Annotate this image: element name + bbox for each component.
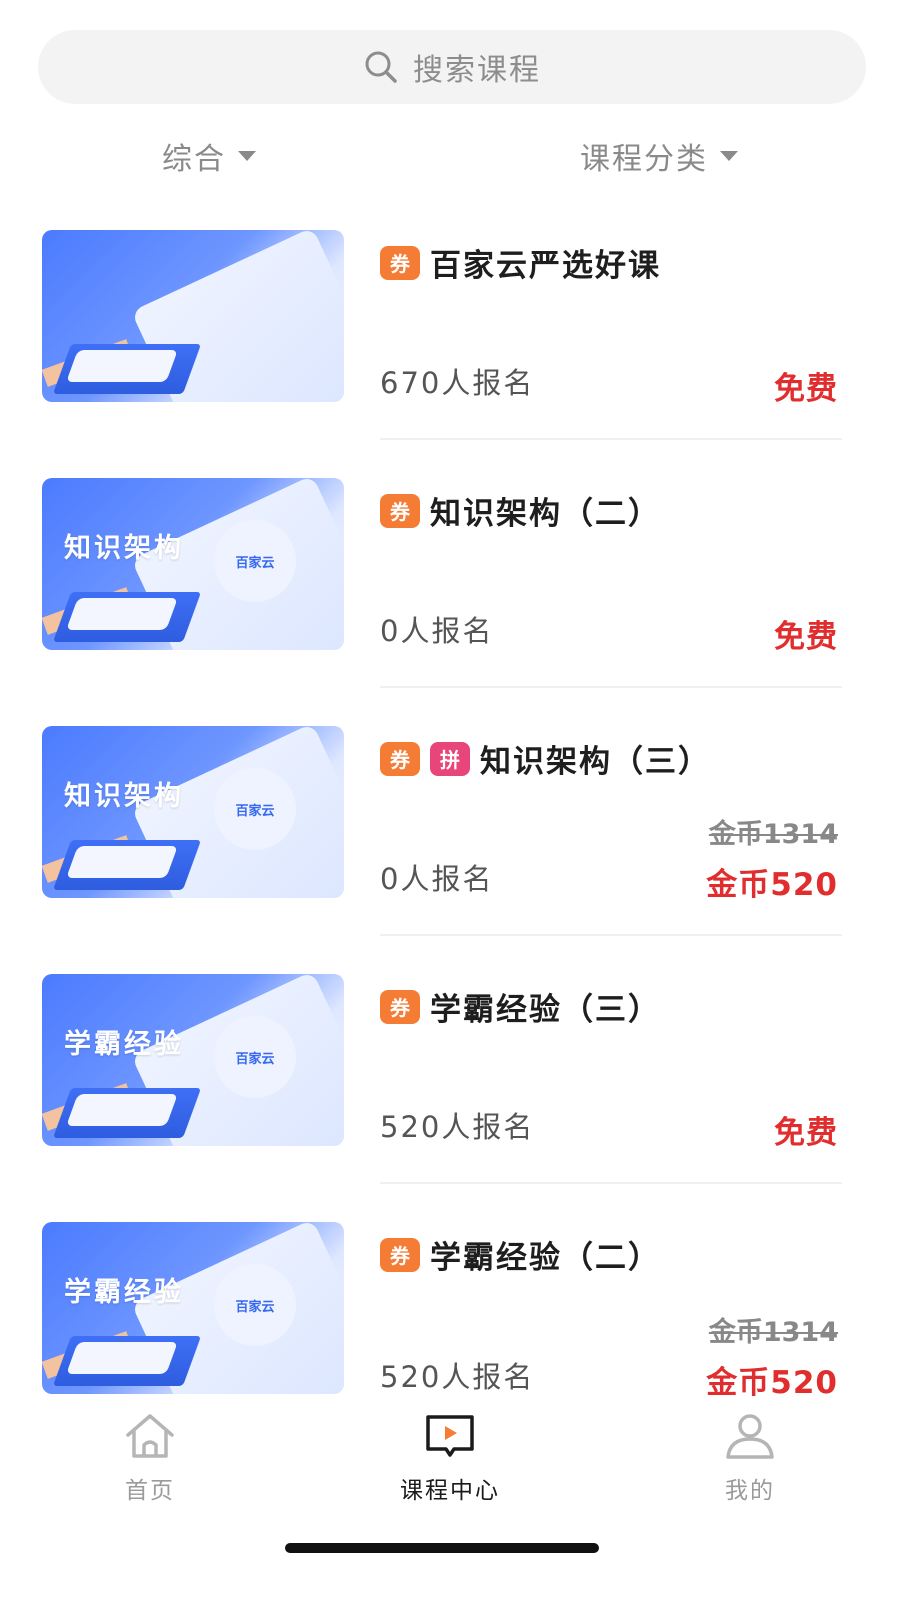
course-info: 券 百家云严选好课 670人报名 免费 bbox=[380, 230, 842, 440]
coupon-tag: 券 bbox=[380, 989, 420, 1024]
coupon-tag: 券 bbox=[380, 493, 420, 528]
thumbnail-title: 学霸经验 bbox=[64, 1029, 184, 1060]
course-list: 券 百家云严选好课 670人报名 免费 知识架构 百家云 券 知识架构（二） 0… bbox=[0, 230, 900, 1470]
home-indicator[interactable] bbox=[285, 1543, 599, 1553]
coupon-tag: 券 bbox=[380, 1237, 420, 1272]
category-filter[interactable]: 课程分类 bbox=[580, 134, 738, 178]
course-info: 券 知识架构（二） 0人报名 免费 bbox=[380, 478, 842, 688]
brand-logo: 百家云 bbox=[214, 768, 296, 850]
course-info: 券 学霸经验（二） 520人报名 金币1314 金币520 bbox=[380, 1222, 842, 1432]
brand-logo: 百家云 bbox=[214, 1016, 296, 1098]
bottom-tab-bar: 首页 课程中心 我的 bbox=[0, 1405, 900, 1515]
course-info: 券 拼 知识架构（三） 0人报名 金币1314 金币520 bbox=[380, 726, 842, 936]
sort-filter-label: 综合 bbox=[162, 142, 226, 177]
course-price: 金币520 bbox=[706, 1365, 838, 1401]
course-thumbnail[interactable] bbox=[42, 230, 344, 402]
course-item[interactable]: 券 百家云严选好课 670人报名 免费 bbox=[0, 230, 900, 478]
profile-icon bbox=[720, 1411, 780, 1465]
search-bar[interactable]: 搜索课程 bbox=[38, 30, 866, 104]
tab-home[interactable]: 首页 bbox=[50, 1411, 250, 1505]
enroll-count: 520人报名 bbox=[380, 1360, 535, 1394]
original-price: 金币1314 bbox=[708, 1317, 838, 1348]
filter-bar: 综合 课程分类 bbox=[0, 128, 900, 184]
search-icon bbox=[363, 49, 399, 85]
course-thumbnail[interactable]: 学霸经验 百家云 bbox=[42, 1222, 344, 1394]
course-price: 免费 bbox=[774, 1115, 838, 1151]
sort-filter[interactable]: 综合 bbox=[162, 134, 256, 178]
brand-logo: 百家云 bbox=[214, 1264, 296, 1346]
tab-course-center[interactable]: 课程中心 bbox=[350, 1411, 550, 1505]
course-thumbnail[interactable]: 学霸经验 百家云 bbox=[42, 974, 344, 1146]
enroll-count: 670人报名 bbox=[380, 366, 535, 400]
brand-logo: 百家云 bbox=[214, 520, 296, 602]
course-title: 学霸经验（二） bbox=[430, 1240, 661, 1276]
enroll-count: 520人报名 bbox=[380, 1110, 535, 1144]
enroll-count: 0人报名 bbox=[380, 862, 494, 896]
search-placeholder: 搜索课程 bbox=[413, 53, 541, 88]
course-title: 学霸经验（三） bbox=[430, 992, 661, 1028]
tab-course-center-label: 课程中心 bbox=[400, 1478, 500, 1504]
original-price: 金币1314 bbox=[708, 819, 838, 850]
course-price: 免费 bbox=[774, 371, 838, 407]
tab-home-label: 首页 bbox=[125, 1478, 175, 1504]
caret-down-icon bbox=[720, 151, 738, 161]
coupon-tag: 券 bbox=[380, 245, 420, 280]
course-title: 百家云严选好课 bbox=[430, 248, 661, 284]
course-title: 知识架构（三） bbox=[480, 744, 711, 780]
group-buy-tag: 拼 bbox=[430, 741, 470, 776]
thumbnail-title: 知识架构 bbox=[64, 533, 184, 564]
thumbnail-title: 知识架构 bbox=[64, 781, 184, 812]
thumbnail-title: 学霸经验 bbox=[64, 1277, 184, 1308]
category-filter-label: 课程分类 bbox=[580, 142, 708, 177]
course-title: 知识架构（二） bbox=[430, 496, 661, 532]
enroll-count: 0人报名 bbox=[380, 614, 494, 648]
course-thumbnail[interactable]: 知识架构 百家云 bbox=[42, 726, 344, 898]
course-price: 金币520 bbox=[706, 867, 838, 903]
tab-profile[interactable]: 我的 bbox=[650, 1411, 850, 1505]
course-item[interactable]: 学霸经验 百家云 券 学霸经验（三） 520人报名 免费 bbox=[0, 974, 900, 1222]
course-info: 券 学霸经验（三） 520人报名 免费 bbox=[380, 974, 842, 1184]
tab-profile-label: 我的 bbox=[725, 1478, 775, 1504]
course-center-icon bbox=[420, 1411, 480, 1465]
home-icon bbox=[120, 1411, 180, 1465]
course-thumbnail[interactable]: 知识架构 百家云 bbox=[42, 478, 344, 650]
caret-down-icon bbox=[238, 151, 256, 161]
course-item[interactable]: 知识架构 百家云 券 拼 知识架构（三） 0人报名 金币1314 金币520 bbox=[0, 726, 900, 974]
coupon-tag: 券 bbox=[380, 741, 420, 776]
course-item[interactable]: 知识架构 百家云 券 知识架构（二） 0人报名 免费 bbox=[0, 478, 900, 726]
course-price: 免费 bbox=[774, 619, 838, 655]
